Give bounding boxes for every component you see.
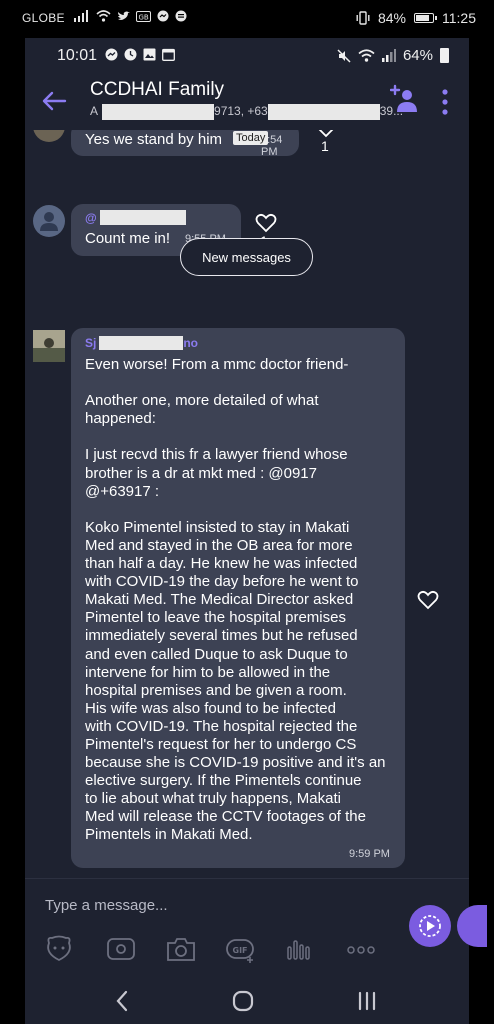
outer-notification-icons: GB bbox=[74, 10, 187, 22]
message-input[interactable]: Type a message... bbox=[45, 897, 375, 921]
inner-clock: 10:01 bbox=[57, 47, 98, 64]
inner-battery-percent: 64% bbox=[402, 47, 433, 64]
gif-icon[interactable]: GIF bbox=[225, 933, 257, 965]
viber-chat-screen: 10:01 64% CCDHAI Family A 9713, +63 39..… bbox=[25, 38, 487, 1024]
message-text: Count me in! bbox=[85, 230, 171, 247]
sticker-icon[interactable] bbox=[43, 933, 75, 965]
default-avatar-icon bbox=[40, 212, 58, 231]
back-arrow-icon[interactable] bbox=[41, 88, 67, 114]
back-icon[interactable] bbox=[107, 986, 139, 1016]
redaction-bar bbox=[99, 210, 186, 225]
chat-title[interactable]: CCDHAI Family bbox=[90, 79, 224, 101]
today-date-chip: Today bbox=[233, 131, 269, 145]
signal-icon bbox=[74, 10, 88, 22]
message-bubble[interactable]: Sj no Even worse! From a mmc doctor frie… bbox=[71, 328, 405, 868]
alarm-icon bbox=[124, 48, 137, 61]
inner-notification-icons bbox=[105, 48, 175, 61]
like-count: 1 bbox=[321, 138, 329, 154]
chat-members-subtitle[interactable]: A 9713, +63 39... bbox=[90, 104, 403, 120]
signal-icon bbox=[381, 49, 396, 62]
sender-name[interactable]: Sj no bbox=[85, 336, 198, 350]
redaction-bar bbox=[267, 104, 380, 120]
image-notification-icon bbox=[143, 48, 156, 61]
inner-status-bar: 10:01 64% bbox=[25, 38, 469, 74]
outer-battery-icon bbox=[414, 13, 437, 23]
profile-photo bbox=[33, 330, 65, 362]
calendar-icon bbox=[162, 48, 175, 61]
outer-status-bar: GLOBE GB 84% 11:25 bbox=[0, 0, 494, 38]
android-navigation-bar bbox=[25, 978, 469, 1024]
message-composer: Type a message... GIF bbox=[25, 878, 487, 978]
add-participant-icon[interactable] bbox=[390, 84, 418, 116]
avatar[interactable] bbox=[33, 330, 65, 362]
viber-status-icon bbox=[175, 10, 187, 22]
inner-status-right: 64% bbox=[337, 47, 449, 64]
wifi-icon bbox=[358, 49, 375, 62]
home-icon[interactable] bbox=[227, 986, 259, 1016]
mute-icon bbox=[337, 48, 351, 63]
outer-status-right: 84% 11:25 bbox=[356, 10, 476, 26]
svg-text:GB: GB bbox=[139, 13, 149, 21]
voice-icon[interactable] bbox=[283, 933, 315, 965]
heart-like-icon[interactable] bbox=[315, 130, 337, 138]
avatar[interactable] bbox=[33, 205, 65, 237]
send-button-secondary[interactable] bbox=[457, 905, 487, 947]
more-icon[interactable] bbox=[345, 933, 377, 965]
redaction-bar bbox=[102, 104, 215, 120]
message-text: Yes we stand by him bbox=[85, 131, 223, 148]
message-text: Even worse! From a mmc doctor friend- An… bbox=[85, 356, 386, 844]
recents-icon[interactable] bbox=[351, 986, 383, 1016]
heart-like-icon[interactable] bbox=[255, 213, 277, 233]
camera-icon[interactable] bbox=[165, 933, 197, 965]
send-circle-icon bbox=[419, 915, 441, 937]
chat-header: CCDHAI Family A 9713, +63 39... bbox=[25, 74, 469, 130]
send-voice-button[interactable] bbox=[409, 905, 451, 947]
heart-like-icon[interactable] bbox=[417, 590, 439, 610]
gallery-icon[interactable] bbox=[105, 933, 137, 965]
message-time: 9:59 PM bbox=[349, 848, 390, 860]
carrier-label: GLOBE bbox=[22, 11, 65, 25]
gb-badge-icon: GB bbox=[136, 10, 151, 22]
redaction-bar bbox=[99, 336, 184, 350]
svg-text:GIF: GIF bbox=[233, 946, 248, 955]
inner-battery-icon bbox=[440, 48, 449, 63]
new-messages-button[interactable]: New messages bbox=[180, 238, 313, 276]
more-options-icon[interactable] bbox=[438, 88, 452, 116]
outer-clock: 11:25 bbox=[442, 10, 476, 26]
messenger-icon bbox=[157, 10, 169, 22]
wifi-icon bbox=[96, 10, 111, 22]
composer-toolbar: GIF bbox=[25, 933, 405, 969]
sender-name[interactable]: @ bbox=[85, 210, 186, 225]
outer-battery-percent: 84% bbox=[377, 10, 406, 26]
twitter-icon bbox=[118, 11, 130, 20]
avatar[interactable] bbox=[33, 130, 65, 142]
vibrate-icon bbox=[356, 11, 370, 25]
message-list[interactable]: Yes we stand by him 9:54 PM Today 1 @ Co… bbox=[25, 130, 469, 875]
messenger-icon bbox=[105, 48, 118, 61]
